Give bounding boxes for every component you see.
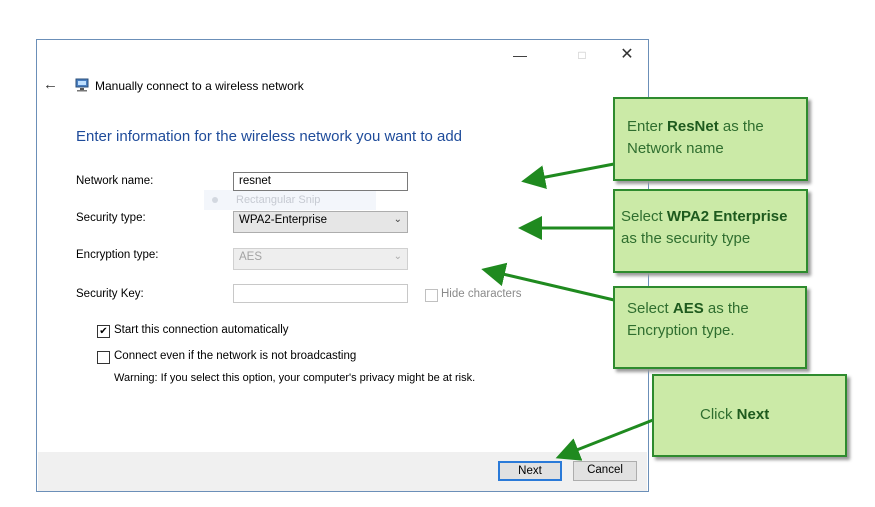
callout-security-type: Select WPA2 Enterprise as the security t… [613,189,808,273]
arrow-network-name [521,162,615,189]
callout-network-name: Enter ResNet as the Network name [613,97,808,181]
callout-text: Click [700,406,737,423]
callout-text: Select [627,300,673,317]
arrow-next-button [555,418,654,461]
callout-encryption-type: Select AES as the Encryption type. [613,286,807,369]
callout-text: Select [621,208,667,225]
callout-emphasis: Next [736,406,770,423]
callout-emphasis: ResNet [667,118,719,135]
callout-emphasis: WPA2 Enterprise [666,208,788,225]
callout-text: as the security type [621,230,751,247]
callout-text: Enter [627,118,668,135]
callout-click-next: Click Next [652,374,847,457]
callout-emphasis: AES [672,300,704,317]
arrow-encryption-type [481,262,615,302]
